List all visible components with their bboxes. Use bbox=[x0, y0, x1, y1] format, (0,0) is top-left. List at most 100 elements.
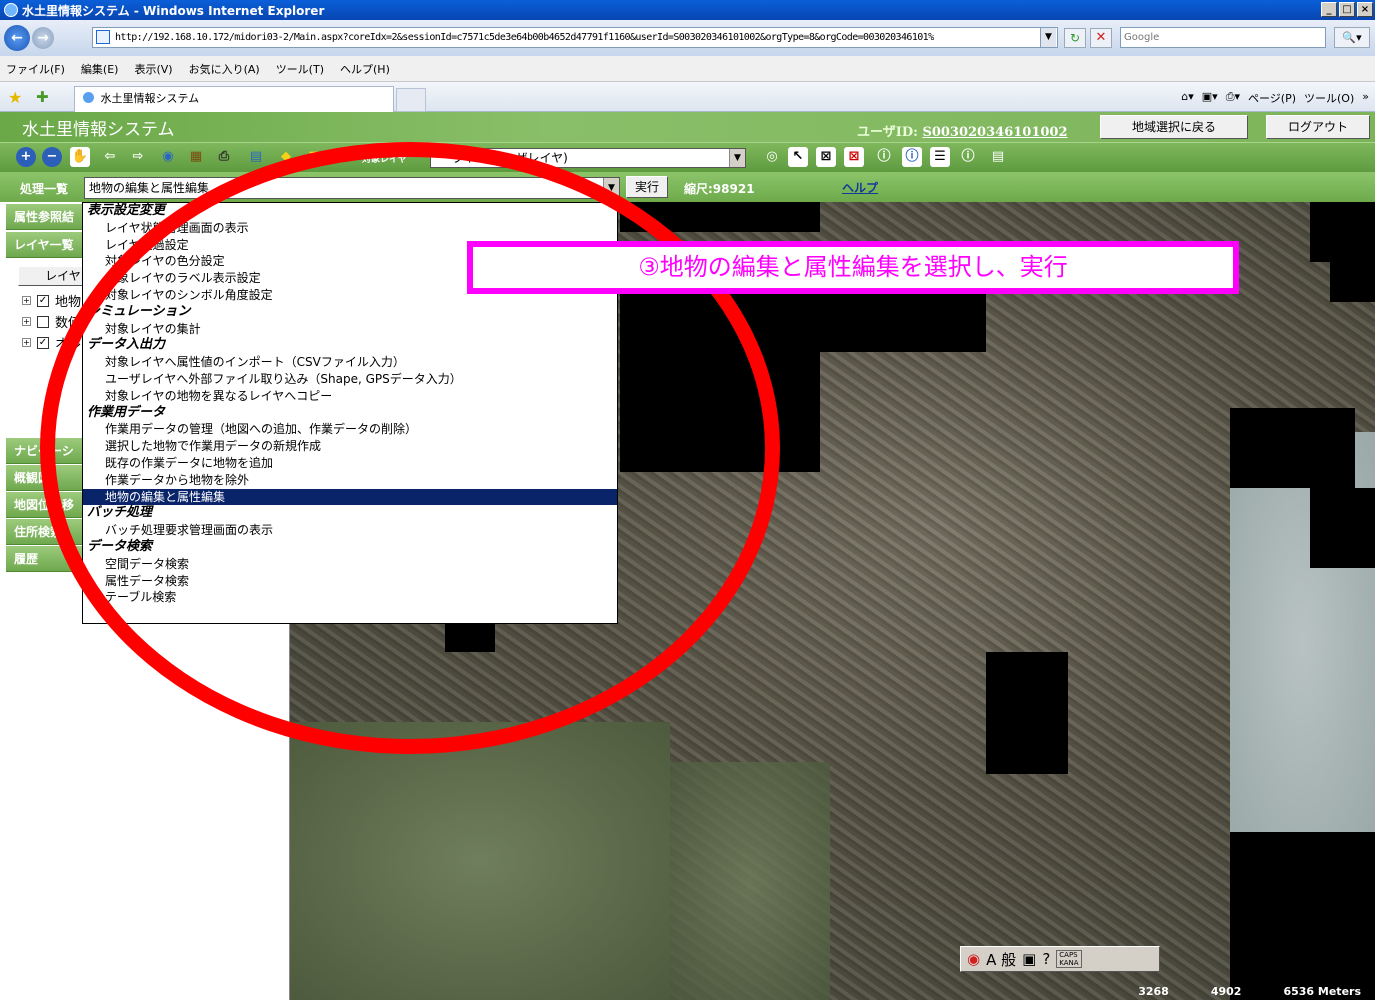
app-title: 水土里情報システム bbox=[22, 120, 175, 140]
tools-menu[interactable]: ツール(O) bbox=[1304, 90, 1354, 106]
minimize-button[interactable]: _ bbox=[1321, 2, 1337, 17]
user-label: ユーザID: S003020346101002 bbox=[857, 121, 1068, 140]
browser-tab[interactable]: 水土里情報システム bbox=[74, 86, 394, 112]
info-icon[interactable]: ⓘ bbox=[874, 147, 894, 167]
checkbox-features[interactable]: ✓ bbox=[37, 294, 49, 307]
address-bar[interactable]: http://192.168.10.172/midori03-2/Main.as… bbox=[92, 27, 1058, 48]
menu-edit[interactable]: 編集(E) bbox=[81, 61, 119, 77]
forest-tile bbox=[290, 722, 670, 1000]
back-button[interactable]: ← bbox=[4, 25, 30, 51]
ime-help-icon[interactable]: ? bbox=[1042, 950, 1050, 968]
scale-label: 6536 Meters bbox=[1283, 985, 1361, 998]
print-icon[interactable]: ⎙▾ bbox=[1226, 90, 1240, 106]
scale-label: 4902 bbox=[1210, 985, 1242, 998]
info-box-icon[interactable]: ⓘ bbox=[902, 147, 922, 167]
command-bar: ⌂▾ ▣▾ ⎙▾ ページ(P) ツール(O) » bbox=[1181, 90, 1369, 106]
feeds-icon[interactable]: ▣▾ bbox=[1202, 90, 1218, 106]
process-list-label: 処理一覧 bbox=[20, 182, 69, 196]
page-icon bbox=[96, 30, 110, 44]
forest-tile bbox=[670, 762, 830, 1000]
ie-logo-icon bbox=[4, 3, 18, 17]
menu-favorites[interactable]: お気に入り(A) bbox=[189, 61, 260, 77]
window-controls: _ □ × bbox=[1321, 2, 1373, 17]
ime-toolbar[interactable]: ◉ A 般 ▣ ? CAPS KANA bbox=[960, 946, 1160, 972]
list-icon[interactable]: ☰ bbox=[930, 147, 950, 167]
user-label-text: ユーザID: bbox=[857, 125, 918, 140]
zoom-out-icon[interactable]: − bbox=[42, 147, 62, 167]
checkbox-numeric[interactable] bbox=[37, 315, 49, 328]
select-arrow-icon[interactable]: ↖ bbox=[788, 147, 808, 167]
help-link[interactable]: ヘルプ bbox=[842, 179, 878, 196]
caps-kana-indicator: CAPS KANA bbox=[1056, 950, 1082, 968]
window-title: 水土里情報システム - Windows Internet Explorer bbox=[22, 3, 325, 18]
expand-icon[interactable]: + bbox=[22, 338, 31, 347]
menu-view[interactable]: 表示(V) bbox=[134, 61, 172, 77]
user-id-link[interactable]: S003020346101002 bbox=[922, 125, 1067, 140]
full-extent-icon[interactable]: ◉ bbox=[158, 147, 178, 167]
no-data-tile bbox=[1230, 832, 1375, 1000]
identify-globe-icon[interactable]: ◎ bbox=[762, 147, 782, 167]
url-text: http://192.168.10.172/midori03-2/Main.as… bbox=[115, 32, 934, 43]
map-scale-bar: 3268 4902 6536 Meters bbox=[1138, 985, 1361, 998]
ime-logo-icon: ◉ bbox=[967, 950, 981, 968]
select-box-icon[interactable]: ⊠ bbox=[816, 147, 836, 167]
no-data-tile bbox=[986, 652, 1068, 774]
previous-extent-icon[interactable]: ⇦ bbox=[100, 147, 120, 167]
scale-readout: 縮尺:98921 bbox=[684, 182, 755, 196]
no-data-tile bbox=[1230, 408, 1355, 488]
zoom-in-icon[interactable]: + bbox=[16, 147, 36, 167]
app-header: 水土里情報システム ユーザID: S003020346101002 地域選択に戻… bbox=[0, 112, 1375, 142]
no-data-tile bbox=[1310, 488, 1375, 568]
no-data-tile bbox=[1310, 202, 1375, 262]
run-button[interactable]: 実行 bbox=[626, 176, 668, 198]
refresh-button[interactable]: ↻ bbox=[1064, 28, 1086, 48]
tree-item-features[interactable]: + ✓ 地物 bbox=[22, 291, 81, 310]
add-favorite-icon[interactable]: ✚ bbox=[36, 88, 49, 106]
tree-label: 地物 bbox=[55, 295, 82, 310]
menu-help[interactable]: ヘルプ(H) bbox=[340, 61, 390, 77]
no-data-tile bbox=[1330, 262, 1375, 302]
menu-tools[interactable]: ツール(T) bbox=[276, 61, 324, 77]
instruction-callout: ③地物の編集と属性編集を選択し、実行 bbox=[467, 241, 1239, 294]
pan-hand-icon[interactable]: ✋ bbox=[70, 147, 90, 167]
clear-selection-icon[interactable]: ⊠ bbox=[844, 147, 864, 167]
checkbox-ortho[interactable]: ✓ bbox=[37, 336, 49, 349]
chevron-down-icon: ▼ bbox=[729, 149, 745, 167]
expand-icon[interactable]: + bbox=[22, 317, 31, 326]
new-tab-button[interactable] bbox=[396, 88, 426, 112]
attribute-info-icon[interactable]: ⓘ bbox=[958, 147, 978, 167]
maximize-button[interactable]: □ bbox=[1339, 2, 1355, 17]
stop-button[interactable]: ✕ bbox=[1090, 28, 1112, 48]
next-extent-icon[interactable]: ⇨ bbox=[128, 147, 148, 167]
page-menu[interactable]: ページ(P) bbox=[1248, 90, 1296, 106]
print-map-icon[interactable]: ⎙ bbox=[214, 147, 234, 167]
measure-icon[interactable]: ▦ bbox=[186, 147, 206, 167]
menu-bar: ファイル(F) 編集(E) 表示(V) お気に入り(A) ツール(T) ヘルプ(… bbox=[0, 56, 1375, 82]
chevron-right-icon[interactable]: » bbox=[1362, 90, 1369, 106]
export-icon[interactable]: ▤ bbox=[246, 147, 266, 167]
tab-page-icon bbox=[83, 92, 94, 103]
search-button[interactable]: 🔍▾ bbox=[1334, 27, 1370, 48]
browser-window: 水土里情報システム - Windows Internet Explorer _ … bbox=[0, 0, 1375, 1000]
close-button[interactable]: × bbox=[1357, 2, 1373, 17]
expand-icon[interactable]: + bbox=[22, 296, 31, 305]
address-row: ← → http://192.168.10.172/midori03-2/Mai… bbox=[0, 20, 1375, 56]
search-input[interactable]: Google bbox=[1120, 27, 1326, 48]
process-selected-value: 地物の編集と属性編集 bbox=[89, 181, 210, 195]
home-icon[interactable]: ⌂▾ bbox=[1181, 90, 1194, 106]
menu-file[interactable]: ファイル(F) bbox=[6, 61, 65, 77]
window-titlebar: 水土里情報システム - Windows Internet Explorer _ … bbox=[0, 0, 1375, 20]
logout-button[interactable]: ログアウト bbox=[1266, 115, 1370, 139]
favorites-star-icon[interactable]: ★ bbox=[8, 88, 22, 107]
forward-button[interactable]: → bbox=[32, 27, 54, 49]
tab-title: 水土里情報システム bbox=[100, 92, 200, 105]
highlight-ellipse bbox=[40, 142, 780, 754]
tab-row: ★ ✚ 水土里情報システム ⌂▾ ▣▾ ⎙▾ ページ(P) ツール(O) » bbox=[0, 82, 1375, 112]
map-toolbar: + − ✋ ⇦ ⇨ ◉ ▦ ⎙ ▤ ◆ ▼ ≋ 対象レイヤ ライン(ユーザレイヤ… bbox=[0, 142, 1375, 172]
ime-mode[interactable]: A 般 bbox=[986, 949, 1016, 970]
ime-dictionary-icon[interactable]: ▣ bbox=[1022, 950, 1036, 968]
address-dropdown-button[interactable]: ▼ bbox=[1040, 28, 1056, 47]
scale-label: 3268 bbox=[1138, 985, 1169, 998]
table-icon[interactable]: ▤ bbox=[988, 147, 1008, 167]
back-to-region-button[interactable]: 地域選択に戻る bbox=[1100, 115, 1248, 139]
